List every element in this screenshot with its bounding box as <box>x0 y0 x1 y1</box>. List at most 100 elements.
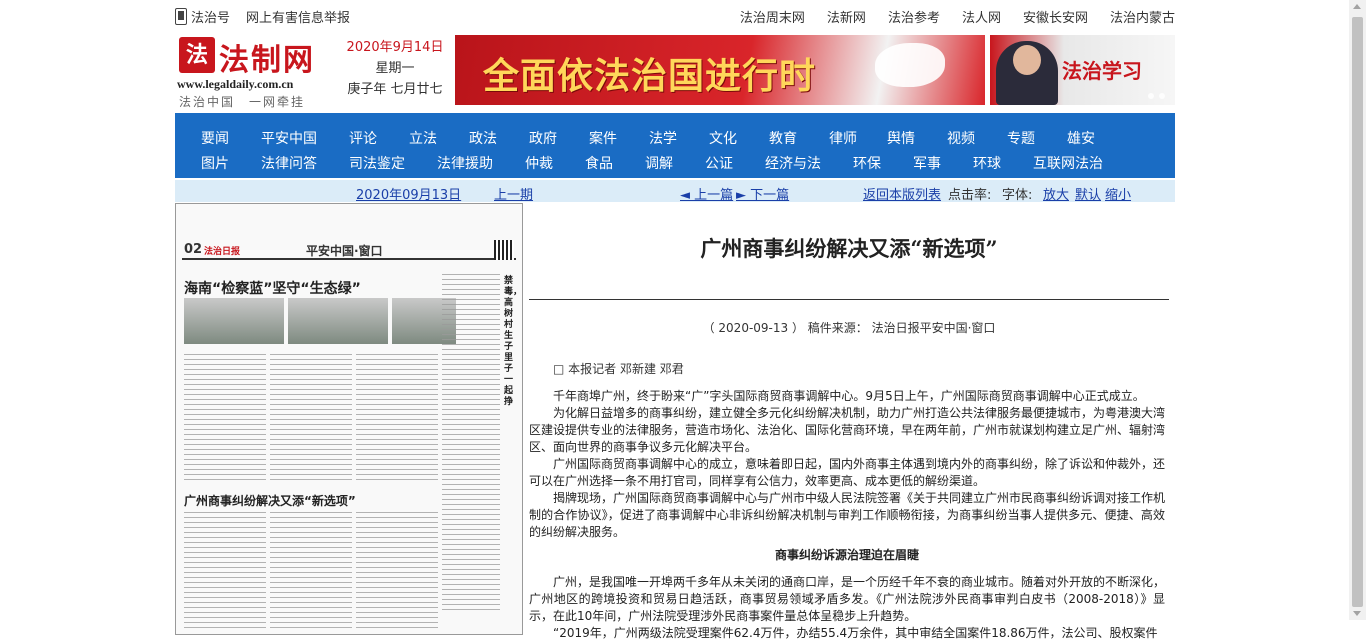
nav-item-pinglun[interactable]: 评论 <box>349 128 409 148</box>
nav-item-huanqiu[interactable]: 环球 <box>973 153 1033 173</box>
paper-headline-1: 海南“检察蓝”坚守“生态绿” <box>184 281 361 297</box>
partner-link-fazhizhoumo[interactable]: 法治周末网 <box>740 7 805 26</box>
logo-url: www.legaldaily.com.cn <box>177 77 294 91</box>
nav-item-pingan[interactable]: 平安中国 <box>261 128 349 148</box>
portrait-image <box>996 41 1058 105</box>
phone-icon <box>175 8 187 25</box>
article-byline: □ 本报记者 邓新建 邓君 <box>553 362 684 376</box>
scroll-up-arrow-icon[interactable] <box>1353 4 1361 9</box>
nav-item-yuqing[interactable]: 舆情 <box>887 128 947 148</box>
article-paragraph: 千年商埠广州，终于盼来“广”字头国际商贸商事调解中心。9月5日上午，广州国际商贸… <box>553 389 1145 403</box>
partner-link-fazhicankao[interactable]: 法治参考 <box>888 7 940 26</box>
article-body: 千年商埠广州，终于盼来“广”字头国际商贸商事调解中心。9月5日上午，广州国际商贸… <box>529 388 1165 642</box>
nav-item-junshi[interactable]: 军事 <box>913 153 973 173</box>
date-gregorian: 2020年9月14日 <box>346 40 444 55</box>
top-bar: 法治号 网上有害信息举报 法治周末网 法新网 法治参考 法人网 安徽长安网 法治… <box>175 0 1175 30</box>
issue-date-link[interactable]: 2020年09月13日 <box>356 184 461 203</box>
site-header: 法 法制网 www.legaldaily.com.cn 法治中国 一网牵挂 20… <box>175 33 1175 111</box>
nav-item-gongzheng[interactable]: 公证 <box>705 153 765 173</box>
partner-link-neimenggu[interactable]: 法治内蒙古 <box>1110 7 1175 26</box>
nav-item-zhongcai[interactable]: 仲裁 <box>525 153 585 173</box>
nav-item-hulianwang[interactable]: 互联网法治 <box>1033 153 1123 173</box>
nav-item-jingjiyufa[interactable]: 经济与法 <box>765 153 853 173</box>
article-paragraph: 广州，是我国唯一开埠两千多年从未关闭的通商口岸，是一个历经千年不衰的商业城市。随… <box>529 575 1166 623</box>
article: 广州商事纠纷解决又添“新选项” （ 2020-09-13 ） 稿件来源： 法治日… <box>529 203 1169 640</box>
nav-item-tiaojie[interactable]: 调解 <box>645 153 705 173</box>
paper-text-column <box>356 512 438 632</box>
main-nav: 要闻 平安中国 评论 立法 政法 政府 案件 法学 文化 教育 律师 舆情 视频… <box>175 113 1175 178</box>
article-toolbar: 2020年09月13日 上一期 ◄ 上一篇 ► 下一篇 返回本版列表 点击率: … <box>175 180 1175 203</box>
nav-item-faxue[interactable]: 法学 <box>649 128 709 148</box>
prev-issue-link[interactable]: 上一期 <box>494 184 533 203</box>
nav-item-sifajianding[interactable]: 司法鉴定 <box>349 153 437 173</box>
fazhihao-label: 法治号 <box>191 11 231 26</box>
article-paragraph: 为化解日益增多的商事纠纷，建立健全多元化纠纷解决机制，助力广州打造公共法律服务最… <box>529 406 1166 454</box>
article-paragraph: 揭牌现场，广州国际商贸商事调解中心与广州市中级人民法院签署《关于共同建立广州市民… <box>529 491 1166 539</box>
nav-item-tupian[interactable]: 图片 <box>201 153 261 173</box>
paper-headline-2: 广州商事纠纷解决又添“新选项” <box>184 494 356 508</box>
paper-text-column <box>270 354 352 484</box>
font-small-link[interactable]: 缩小 <box>1105 184 1131 203</box>
next-article-link[interactable]: ► 下一篇 <box>736 184 789 203</box>
article-meta: （ 2020-09-13 ） 稿件来源： 法治日报平安中国·窗口 <box>702 321 996 335</box>
scroll-down-arrow-icon[interactable] <box>1353 611 1361 616</box>
article-paragraph: 广州国际商贸商事调解中心的成立，意味着即日起，国内外商事主体遇到境内外的商事纠纷… <box>529 457 1166 488</box>
article-subheading: 商事纠纷诉源治理迫在眉睫 <box>774 548 919 562</box>
click-rate-label: 点击率: <box>948 188 992 203</box>
logo-name: 法制网 <box>219 43 315 78</box>
banner-main[interactable]: 全面依法治国进行时 <box>455 35 985 105</box>
fazhihao-link[interactable]: 法治号 <box>175 7 230 26</box>
logo-mark-icon: 法 <box>179 37 215 73</box>
nav-item-jiaoyu[interactable]: 教育 <box>769 128 829 148</box>
partner-link-faxinwang[interactable]: 法新网 <box>827 7 866 26</box>
partner-link-anhui[interactable]: 安徽长安网 <box>1023 7 1088 26</box>
scrollbar-thumb[interactable] <box>1352 17 1363 607</box>
paper-name: 法治日报 <box>204 247 241 257</box>
nav-item-xiongan[interactable]: 雄安 <box>1067 128 1107 148</box>
nav-item-huanbao[interactable]: 环保 <box>853 153 913 173</box>
nav-item-yaowen[interactable]: 要闻 <box>201 128 261 148</box>
paper-text-column <box>184 354 266 484</box>
nav-item-shipin-food[interactable]: 食品 <box>585 153 645 173</box>
newspaper-page-thumbnail[interactable]: 02 法治日报 平安中国·窗口 海南“检察蓝”坚守“生态绿” 禁毒，高树村生子里… <box>175 203 523 635</box>
nav-item-shipin[interactable]: 视频 <box>947 128 1007 148</box>
vertical-scrollbar[interactable] <box>1349 0 1366 620</box>
prev-article-link[interactable]: ◄ 上一篇 <box>680 184 733 203</box>
paper-photo-1 <box>184 298 284 344</box>
partner-link-farenwang[interactable]: 法人网 <box>962 7 1001 26</box>
nav-item-wenhua[interactable]: 文化 <box>709 128 769 148</box>
back-to-list-link[interactable]: 返回本版列表 <box>863 184 941 203</box>
carousel-dot[interactable] <box>1159 93 1165 99</box>
nav-item-zhuanti[interactable]: 专题 <box>1007 128 1067 148</box>
nav-item-lifa[interactable]: 立法 <box>409 128 469 148</box>
nav-row-1: 要闻 平安中国 评论 立法 政法 政府 案件 法学 文化 教育 律师 舆情 视频… <box>201 128 1107 148</box>
nav-item-falvyuanzhu[interactable]: 法律援助 <box>437 153 525 173</box>
nav-item-zhengfu[interactable]: 政府 <box>529 128 589 148</box>
site-logo[interactable]: 法 法制网 www.legaldaily.com.cn 法治中国 一网牵挂 <box>175 33 320 111</box>
date-box: 2020年9月14日 星期一 庚子年 七月廿七 <box>335 37 455 100</box>
paper-section-title: 平安中国·窗口 <box>306 244 383 258</box>
logo-slogan: 法治中国 一网牵挂 <box>179 95 306 109</box>
paper-text-column <box>442 274 500 614</box>
article-title: 广州商事纠纷解决又添“新选项” <box>700 236 998 261</box>
nav-item-falvwenda[interactable]: 法律问答 <box>261 153 349 173</box>
report-link[interactable]: 网上有害信息举报 <box>246 7 350 26</box>
font-size-label: 字体: <box>1002 188 1033 203</box>
qr-code-icon <box>494 240 514 260</box>
paper-photo-2 <box>288 298 388 344</box>
nav-item-lvshi[interactable]: 律师 <box>829 128 887 148</box>
paper-side-title: 禁毒，高树村生子里子一起挣 <box>504 276 523 407</box>
banner-side[interactable]: 法治学习 <box>990 35 1175 105</box>
font-large-link[interactable]: 放大 <box>1043 184 1069 203</box>
carousel-dot[interactable] <box>1148 93 1154 99</box>
paper-page-number: 02 <box>184 242 203 257</box>
nav-item-zhengfa[interactable]: 政法 <box>469 128 529 148</box>
font-default-link[interactable]: 默认 <box>1075 184 1101 203</box>
nav-row-2: 图片 法律问答 司法鉴定 法律援助 仲裁 食品 调解 公证 经济与法 环保 军事… <box>201 153 1123 173</box>
top-bar-right: 法治周末网 法新网 法治参考 法人网 安徽长安网 法治内蒙古 <box>740 7 1175 26</box>
paper-text-column <box>270 512 352 632</box>
top-bar-left: 法治号 网上有害信息举报 <box>175 7 350 26</box>
date-weekday: 星期一 <box>375 61 415 76</box>
nav-item-anjian[interactable]: 案件 <box>589 128 649 148</box>
carousel-dots[interactable] <box>1148 93 1165 99</box>
